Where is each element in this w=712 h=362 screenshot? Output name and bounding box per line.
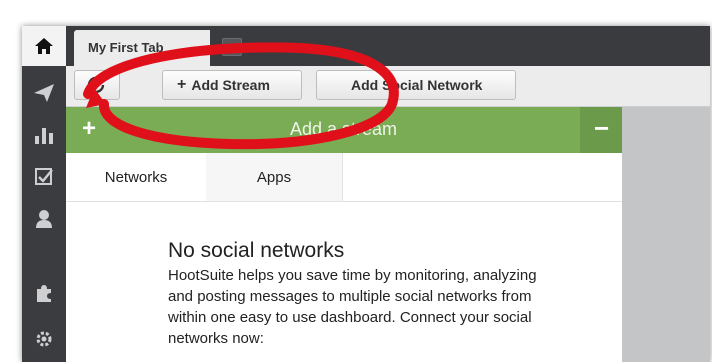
analytics-icon (35, 128, 53, 144)
tab-my-first-tab[interactable]: My First Tab (74, 30, 210, 66)
collapse-button[interactable]: − (580, 107, 622, 153)
add-social-network-button[interactable]: Add Social Network (316, 70, 516, 100)
apps-icon (37, 285, 51, 302)
panel-tabs: Networks Apps (66, 153, 622, 202)
settings-icon (36, 331, 52, 347)
plus-icon: + (82, 115, 97, 142)
assignments-icon (35, 168, 53, 185)
sidebar-item-settings[interactable] (22, 320, 66, 358)
add-stream-label: Add Stream (191, 77, 270, 93)
refresh-button[interactable] (74, 70, 120, 100)
sidebar-item-send[interactable] (22, 74, 66, 112)
add-tab-button[interactable] (222, 38, 242, 56)
home-icon (35, 38, 53, 54)
app-window: My First Tab + Add Stream Add Social Net… (22, 26, 710, 362)
plus-icon: + (177, 76, 187, 93)
sidebar-item-apps[interactable] (22, 274, 66, 312)
panel-title: Add a stream (290, 119, 398, 139)
tab-label: My First Tab (88, 40, 164, 55)
minus-icon: − (594, 113, 610, 143)
tab-apps[interactable]: Apps (206, 153, 343, 202)
add-social-network-label: Add Social Network (351, 77, 483, 93)
add-stream-panel: + Add a stream − Networks Apps No social… (66, 107, 622, 362)
tab-networks-label: Networks (104, 168, 168, 186)
send-icon (34, 84, 54, 102)
stream-column-placeholder (622, 107, 710, 362)
sidebar-item-contacts[interactable] (22, 200, 66, 238)
tab-apps-label: Apps (256, 168, 292, 186)
add-stream-button[interactable]: + Add Stream (162, 70, 302, 100)
toolbar: + Add Stream Add Social Network (66, 66, 710, 107)
empty-state-title: No social networks (168, 239, 345, 262)
panel-header: + Add a stream − (66, 107, 622, 153)
contacts-icon (36, 210, 52, 228)
tab-networks[interactable]: Networks (66, 153, 207, 201)
sidebar (22, 26, 74, 362)
empty-state-description: HootSuite helps you save time by monitor… (168, 267, 537, 347)
sidebar-item-home[interactable] (22, 26, 66, 66)
refresh-icon (87, 76, 105, 94)
sidebar-item-analytics[interactable] (22, 116, 66, 154)
tab-bar: My First Tab (66, 26, 710, 66)
sidebar-item-assignments[interactable] (22, 158, 66, 196)
